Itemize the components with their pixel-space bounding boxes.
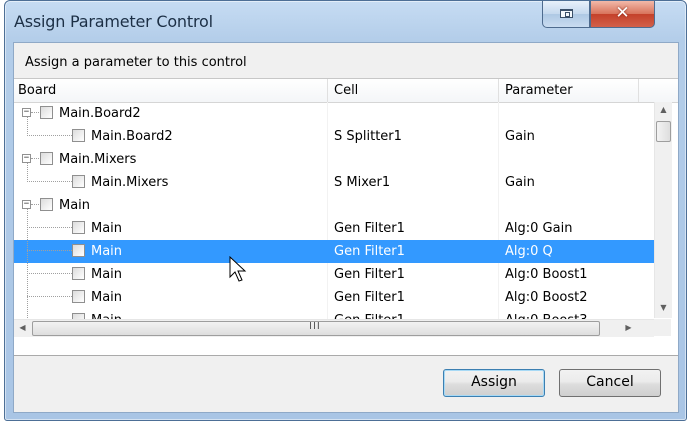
parameter-tree-list[interactable]: Board Cell Parameter − Main.Board2 Main.Bo… — [14, 79, 678, 356]
vertical-scrollbar[interactable]: ▲ ▼ — [654, 102, 672, 318]
window-title: Assign Parameter Control — [14, 12, 213, 31]
row-checkbox[interactable] — [72, 244, 85, 257]
dialog-body: Assign a parameter to this control Board… — [13, 42, 679, 413]
board-name: Main — [91, 244, 123, 259]
tree-group-row[interactable]: − Main.Mixers — [14, 148, 654, 171]
cell-name: Gen Filter1 — [334, 290, 405, 305]
tree-connector — [27, 250, 72, 251]
tree-connector — [31, 112, 39, 113]
tree-connector — [27, 296, 72, 297]
tree-group-row[interactable]: − Main.Board2 — [14, 102, 654, 125]
tree-connector — [27, 273, 72, 274]
board-name: Main.Mixers — [59, 152, 137, 167]
board-name: Main — [91, 267, 123, 282]
board-name: Main — [59, 198, 91, 213]
horizontal-scrollbar[interactable]: ◀ III ▶ — [14, 319, 654, 337]
parameter-name: Gain — [505, 175, 535, 190]
row-checkbox[interactable] — [40, 198, 53, 211]
dialog-window: Assign Parameter Control ✕ Assign a para… — [4, 0, 687, 421]
column-header-board[interactable]: Board — [18, 83, 56, 98]
parameter-name: Alg:0 Q — [505, 244, 553, 259]
tree-connector — [27, 181, 72, 182]
parameter-name: Alg:0 Boost1 — [505, 267, 588, 282]
board-name: Main — [91, 290, 123, 305]
horizontal-scroll-thumb[interactable]: III — [32, 321, 600, 336]
row-checkbox[interactable] — [40, 106, 53, 119]
tree-group-row[interactable]: − Main — [14, 194, 654, 217]
tree-connector — [27, 135, 72, 136]
tree-connector — [27, 117, 28, 136]
tree-connector — [31, 158, 39, 159]
cell-name: Gen Filter1 — [334, 244, 405, 259]
column-divider[interactable] — [498, 79, 499, 102]
cancel-button[interactable]: Cancel — [559, 369, 661, 397]
close-button[interactable]: ✕ — [590, 1, 655, 28]
parameter-name: Alg:0 Gain — [505, 221, 573, 236]
row-checkbox[interactable] — [72, 267, 85, 280]
parameter-name: Alg:0 Boost2 — [505, 290, 588, 305]
row-checkbox[interactable] — [72, 221, 85, 234]
cell-name: S Mixer1 — [334, 175, 391, 190]
tree-item-row[interactable]: Main.Board2 S Splitter1 Gain — [14, 125, 654, 148]
list-header: Board Cell Parameter — [14, 79, 678, 103]
column-divider[interactable] — [638, 79, 639, 102]
row-checkbox[interactable] — [40, 152, 53, 165]
scroll-up-icon[interactable]: ▲ — [655, 105, 672, 114]
collapse-toggle-icon[interactable]: − — [22, 200, 31, 209]
cell-name: Gen Filter1 — [334, 267, 405, 282]
collapse-toggle-icon[interactable]: − — [22, 108, 31, 117]
scroll-grip-icon: III — [309, 321, 321, 332]
tree-item-row[interactable]: Main.Mixers S Mixer1 Gain — [14, 171, 654, 194]
cell-name: Gen Filter1 — [334, 221, 405, 236]
tree-item-row[interactable]: Main Gen Filter1 Alg:0 Boost2 — [14, 286, 654, 309]
board-name: Main.Board2 — [59, 106, 141, 121]
row-checkbox[interactable] — [72, 175, 85, 188]
tree-item-row[interactable]: Main Gen Filter1 Alg:0 Boost1 — [14, 263, 654, 286]
scrollbar-corner — [654, 319, 671, 336]
row-checkbox[interactable] — [72, 290, 85, 303]
tree-connector — [27, 163, 28, 182]
scroll-down-icon[interactable]: ▼ — [655, 303, 672, 312]
mouse-pointer-icon — [229, 256, 247, 282]
restore-window-icon — [560, 9, 573, 18]
scroll-right-icon[interactable]: ▶ — [620, 323, 637, 332]
collapse-toggle-icon[interactable]: − — [22, 154, 31, 163]
tree-item-row[interactable]: Main Gen Filter1 Alg:0 Gain — [14, 217, 654, 240]
tree-connector — [31, 204, 39, 205]
board-name: Main.Board2 — [91, 129, 173, 144]
board-name: Main — [91, 221, 123, 236]
board-name: Main.Mixers — [91, 175, 169, 190]
column-divider[interactable] — [327, 79, 328, 102]
assign-button[interactable]: Assign — [443, 369, 545, 397]
cell-name: S Splitter1 — [334, 129, 402, 144]
maximize-button[interactable] — [542, 1, 590, 28]
column-header-parameter[interactable]: Parameter — [505, 83, 573, 98]
tree-connector — [27, 209, 28, 332]
row-checkbox[interactable] — [72, 129, 85, 142]
instruction-text: Assign a parameter to this control — [25, 55, 247, 70]
column-header-cell[interactable]: Cell — [334, 83, 358, 98]
parameter-name: Gain — [505, 129, 535, 144]
close-icon: ✕ — [615, 3, 630, 23]
tree-connector — [27, 227, 72, 228]
tree-item-row[interactable]: Main Gen Filter1 Alg:0 Q — [14, 240, 654, 263]
scroll-left-icon[interactable]: ◀ — [14, 323, 31, 332]
vertical-scroll-thumb[interactable] — [656, 121, 671, 142]
